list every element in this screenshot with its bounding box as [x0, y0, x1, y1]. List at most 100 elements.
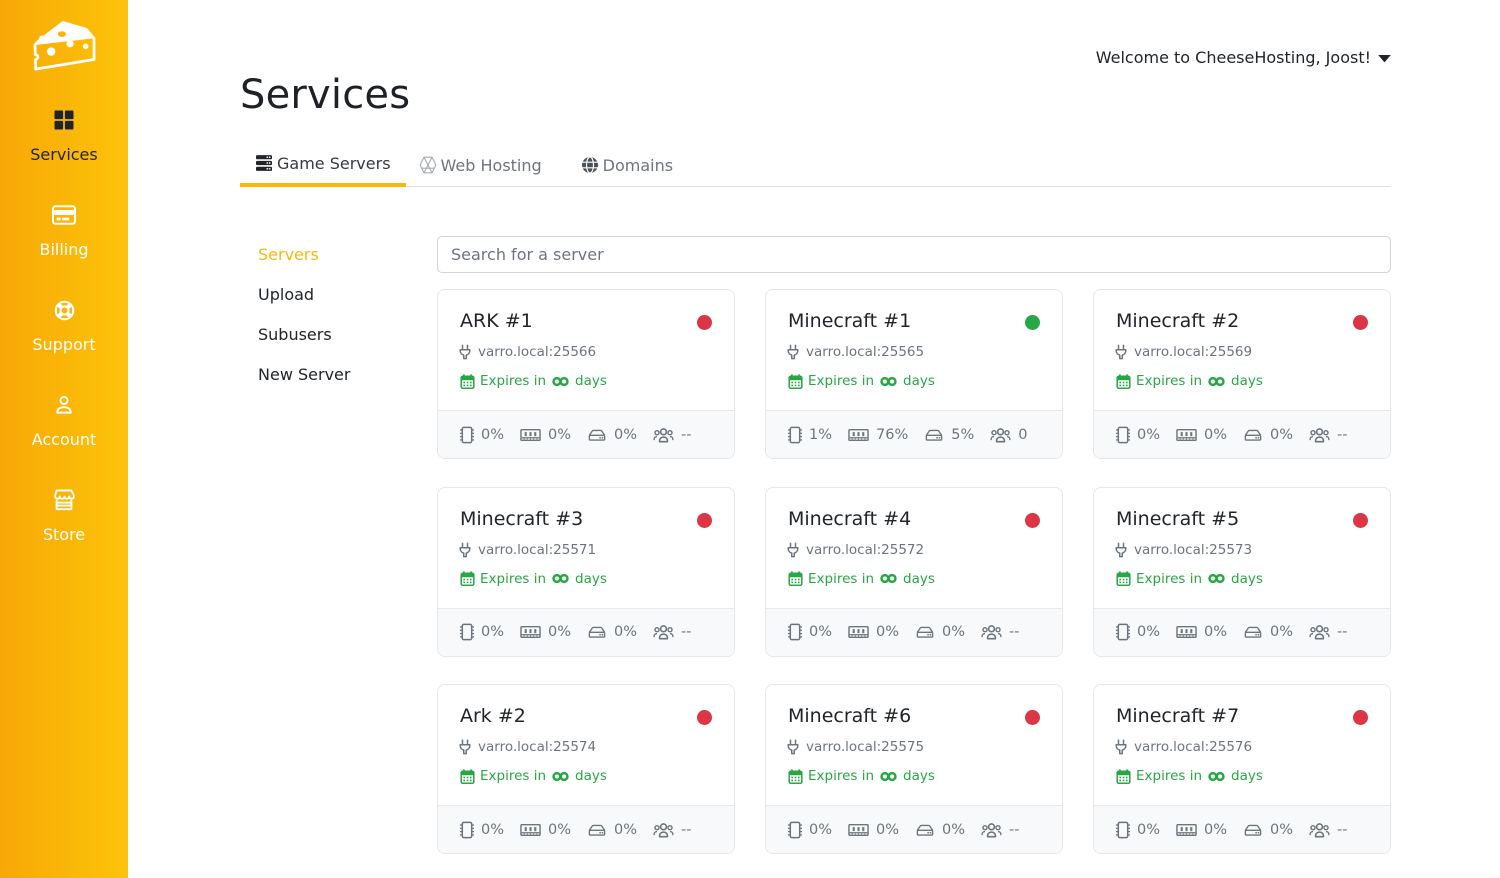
memory-stat: 76%: [848, 427, 908, 443]
calendar-icon: [1116, 373, 1131, 389]
server-card[interactable]: Minecraft #7 varro.local:25576 Expires i…: [1093, 684, 1391, 854]
server-name: ARK #1: [460, 310, 533, 332]
players-stat: --: [1309, 822, 1348, 838]
server-name: Minecraft #3: [460, 507, 584, 530]
tab-label: Game Servers: [277, 153, 391, 173]
server-card-body: Ark #2 varro.local:25574 Expires in days: [438, 685, 734, 805]
sidebar-nav: Services Billing Support Account Store: [0, 97, 128, 572]
search-input[interactable]: [437, 236, 1391, 273]
infinity-icon: [1207, 376, 1226, 387]
server-card-body: ARK #1 varro.local:25566 Expires in days: [438, 290, 734, 410]
card-title-row: Minecraft #6: [788, 703, 1040, 729]
server-card[interactable]: Minecraft #2 varro.local:25569 Expires i…: [1093, 289, 1391, 459]
server-card[interactable]: Minecraft #1 varro.local:25565 Expires i…: [765, 289, 1063, 459]
expiry-suffix: days: [575, 768, 607, 784]
expiry-suffix: days: [1231, 768, 1263, 784]
subnav: Servers Upload Subusers New Server: [258, 245, 350, 405]
cpu-stat: 0%: [788, 623, 832, 641]
tab-domains[interactable]: Domains: [566, 147, 688, 187]
memory-value: 0%: [1204, 426, 1228, 443]
server-card[interactable]: Minecraft #4 varro.local:25572 Expires i…: [765, 486, 1063, 657]
sidebar-item-account[interactable]: Account: [0, 382, 128, 477]
expiry-suffix: days: [1231, 373, 1263, 389]
memory-stat: 0%: [1176, 427, 1227, 443]
ram-icon: [520, 427, 541, 443]
players-stat: --: [981, 822, 1020, 838]
server-stats: 0% 0% 0% --: [438, 607, 734, 656]
status-dot: [1025, 710, 1040, 725]
players-value: --: [1337, 624, 1348, 640]
people-icon: [981, 822, 1002, 838]
card-title-row: Minecraft #5: [1116, 506, 1368, 532]
sidebar-item-services[interactable]: Services: [0, 97, 128, 192]
server-card-body: Minecraft #1 varro.local:25565 Expires i…: [766, 290, 1062, 410]
cheesehosting-logo[interactable]: [25, 5, 105, 85]
hdd-icon: [915, 822, 935, 838]
infinity-icon: [1207, 573, 1226, 584]
disk-stat: 5%: [924, 427, 974, 443]
server-name: Minecraft #6: [788, 705, 912, 727]
memory-stat: 0%: [848, 624, 899, 640]
sidebar-item-support[interactable]: Support: [0, 287, 128, 382]
tab-web-hosting[interactable]: Web Hosting: [406, 147, 566, 187]
people-icon: [653, 427, 674, 443]
card-title-row: Minecraft #4: [788, 506, 1040, 532]
sidebar-item-billing[interactable]: Billing: [0, 192, 128, 287]
life-buoy-icon: [54, 298, 75, 322]
hdd-icon: [587, 624, 607, 640]
card-title-row: Ark #2: [460, 703, 712, 729]
server-stats: 0% 0% 0% --: [1094, 805, 1390, 853]
plug-icon: [457, 541, 473, 558]
cpu-chip-icon: [1116, 426, 1130, 444]
server-card[interactable]: Ark #2 varro.local:25574 Expires in days…: [437, 684, 735, 854]
subnav-item-new-server[interactable]: New Server: [258, 365, 350, 385]
disk-stat: 0%: [915, 624, 965, 640]
cpu-value: 0%: [481, 426, 505, 443]
players-value: --: [681, 426, 692, 443]
infinity-icon: [879, 376, 898, 387]
ram-icon: [520, 624, 541, 640]
server-expiry: Expires in days: [1116, 571, 1368, 587]
calendar-icon: [1116, 768, 1131, 784]
memory-value: 76%: [876, 426, 909, 443]
subnav-item-subusers[interactable]: Subusers: [258, 325, 350, 345]
server-card[interactable]: Minecraft #5 varro.local:25573 Expires i…: [1093, 486, 1391, 657]
server-address: varro.local:25565: [787, 344, 1040, 360]
calendar-icon: [460, 768, 475, 784]
players-stat: --: [981, 624, 1020, 640]
disk-stat: 0%: [915, 822, 965, 838]
user-menu[interactable]: Welcome to CheeseHosting, Joost!: [1096, 48, 1391, 67]
server-card[interactable]: ARK #1 varro.local:25566 Expires in days…: [437, 289, 735, 459]
cpu-chip-icon: [460, 623, 474, 641]
server-address: varro.local:25571: [457, 541, 712, 558]
memory-value: 0%: [548, 624, 572, 640]
sidebar-item-label: Billing: [39, 240, 89, 259]
credit-card-icon: [52, 203, 76, 227]
cpu-stat: 0%: [460, 821, 504, 839]
tab-label: Domains: [602, 155, 674, 175]
expiry-prefix: Expires in: [1136, 768, 1203, 784]
card-title-row: Minecraft #2: [1116, 308, 1368, 334]
page-title: Services: [240, 72, 411, 118]
server-address: varro.local:25572: [787, 542, 1040, 558]
plug-icon: [1113, 541, 1129, 558]
sidebar-item-store[interactable]: Store: [0, 477, 128, 572]
subnav-item-upload[interactable]: Upload: [258, 285, 350, 305]
calendar-icon: [460, 373, 475, 389]
infinity-icon: [1207, 771, 1226, 782]
status-dot: [1353, 315, 1368, 330]
status-dot: [1025, 512, 1040, 528]
server-card[interactable]: Minecraft #3 varro.local:25571 Expires i…: [437, 486, 735, 657]
server-card[interactable]: Minecraft #6 varro.local:25575 Expires i…: [765, 684, 1063, 854]
expiry-suffix: days: [903, 373, 935, 389]
subnav-item-servers[interactable]: Servers: [258, 245, 350, 265]
server-expiry: Expires in days: [1116, 768, 1368, 784]
memory-value: 0%: [876, 624, 900, 640]
players-stat: --: [653, 624, 692, 640]
card-title-row: ARK #1: [460, 308, 712, 334]
server-expiry: Expires in days: [460, 571, 712, 587]
server-stats: 0% 0% 0% --: [438, 805, 734, 853]
hdd-icon: [1243, 427, 1263, 443]
grid-icon: [54, 108, 74, 132]
tab-game-servers[interactable]: Game Servers: [240, 147, 406, 187]
